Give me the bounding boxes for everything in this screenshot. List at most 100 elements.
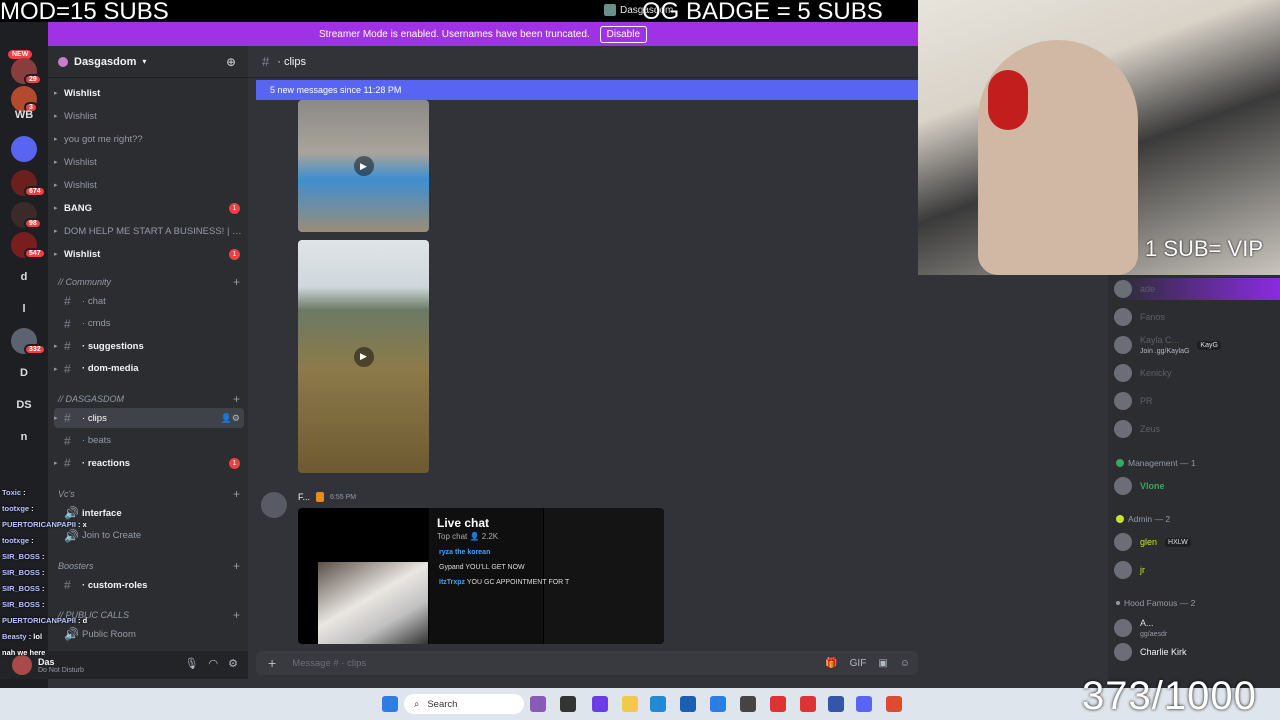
member-item[interactable]: Charlie Kirk (1114, 641, 1280, 663)
new-messages-bar[interactable]: 5 new messages since 11:28 PM (256, 80, 918, 100)
server-icon[interactable] (11, 136, 37, 162)
member-item[interactable]: Zeus (1114, 418, 1280, 440)
thread-item[interactable]: ▸ Wishlist (54, 152, 244, 172)
caret-icon: ▸ (54, 415, 58, 422)
server-icon[interactable]: l (11, 296, 37, 322)
plus-icon[interactable]: + (233, 608, 240, 622)
channel-item[interactable]: # · cmds (54, 314, 244, 334)
sub-goal-counter: 373/1000 (1082, 674, 1257, 718)
server-icon[interactable]: n (11, 424, 37, 450)
play-icon[interactable]: ▶ (353, 156, 374, 176)
message-author[interactable]: F... (298, 492, 310, 502)
thread-item[interactable]: ▸ Wishlist 1 (54, 244, 244, 264)
member-item[interactable]: PR (1114, 390, 1280, 412)
server-icon[interactable]: D (11, 360, 37, 386)
discord-icon[interactable] (856, 696, 872, 712)
video-attachment[interactable]: ▶ (298, 100, 429, 232)
headphones-icon[interactable]: ◠ (209, 657, 219, 670)
thread-item[interactable]: ▸ BANG 1 (54, 198, 244, 218)
member-item[interactable]: Vlone (1114, 475, 1280, 497)
channel-item[interactable]: # · chat (54, 291, 244, 311)
plus-icon[interactable]: + (233, 487, 240, 501)
server-icon[interactable]: DS (11, 392, 37, 418)
caret-icon: ▸ (54, 460, 58, 467)
member-item[interactable]: ade (1114, 278, 1280, 300)
streamer-mode-banner: Streamer Mode is enabled. Usernames have… (48, 22, 918, 46)
explorer-window-icon[interactable] (560, 696, 576, 712)
stream-chat-line: Beasty : lol (2, 632, 43, 641)
copilot-icon[interactable] (530, 696, 546, 712)
thread-item[interactable]: ▸ Wishlist (54, 83, 244, 103)
channel-settings-icon[interactable]: 👤⚙ (221, 413, 240, 424)
chrome-icon[interactable] (800, 696, 816, 712)
caret-icon: ▸ (54, 113, 58, 120)
microphone-icon[interactable]: 🎙 (185, 657, 199, 670)
channel-item[interactable]: ▸ # · dom-media (54, 359, 244, 379)
avatar (1114, 392, 1132, 410)
plus-icon[interactable]: + (268, 655, 276, 671)
disable-streamer-mode-button[interactable]: Disable (599, 25, 648, 43)
server-mention-count: 547 (24, 248, 46, 259)
message-composer[interactable]: + Message # · clips 🎁 GIF ▣ ☺ (256, 651, 918, 675)
channel-item[interactable]: ▸ # · clips 👤⚙ (54, 408, 244, 428)
chrome-icon[interactable] (770, 696, 786, 712)
channel-item[interactable]: ▸ # · reactions 1 (54, 453, 244, 473)
member-name: Zeus (1140, 424, 1161, 434)
video-frame (544, 508, 664, 644)
category-community[interactable]: // Community + (58, 274, 244, 290)
plus-icon[interactable]: + (233, 392, 240, 406)
user-status: Do Not Disturb (38, 666, 84, 674)
video-frame (318, 562, 428, 644)
gear-icon[interactable]: ⚙ (228, 657, 238, 670)
member-item[interactable]: Kayla C... Join .gg/KaylaG KayG (1114, 334, 1280, 356)
channel-label: · dom-media (82, 363, 139, 374)
plus-icon[interactable]: + (233, 275, 240, 289)
thread-item[interactable]: ▸ DOM HELP ME START A BUSINESS! | I'... (54, 221, 244, 241)
avatar (1114, 308, 1132, 326)
emoji-icon[interactable]: ☺ (900, 658, 910, 669)
channel-label: · beats (82, 435, 112, 446)
edge-icon[interactable] (650, 696, 666, 712)
server-icon[interactable]: WB (11, 102, 37, 128)
taskbar-search[interactable]: ⌕ Search (404, 694, 524, 714)
video-attachment[interactable]: ▶ (298, 240, 429, 473)
notepad-icon[interactable] (828, 696, 844, 712)
channel-item[interactable]: ▸ # · suggestions (54, 336, 244, 356)
livechat-panel: Live chat Top chat 👤 2.2K ryza the korea… (429, 508, 569, 644)
obs-icon[interactable] (740, 696, 756, 712)
thread-item[interactable]: ▸ Wishlist (54, 175, 244, 195)
thread-item[interactable]: ▸ you got me right?? (54, 129, 244, 149)
play-icon[interactable]: ▶ (353, 346, 374, 367)
caret-icon: ▸ (54, 251, 58, 258)
gif-icon[interactable]: GIF (850, 658, 867, 669)
gift-icon[interactable]: 🎁 (825, 658, 837, 669)
browser-icon[interactable] (710, 696, 726, 712)
thread-item[interactable]: ▸ Wishlist (54, 106, 244, 126)
sticker-icon[interactable]: ▣ (878, 658, 887, 669)
avatar (1114, 619, 1132, 637)
member-item[interactable]: Fanos (1114, 306, 1280, 328)
server-icon[interactable]: d (11, 264, 37, 290)
guild-header[interactable]: Dasgasdom ▾ ⊕ (48, 46, 248, 78)
channel-label: Wishlist (64, 179, 97, 191)
app-icon (604, 4, 616, 16)
server-mention-count: 674 (24, 186, 46, 197)
mail-icon[interactable] (680, 696, 696, 712)
plus-icon[interactable]: + (233, 559, 240, 573)
member-item[interactable]: A... gg/aesdr (1114, 617, 1280, 639)
member-item[interactable]: glen HXLW (1114, 531, 1280, 553)
category-dasgasdom[interactable]: // DASGASDOM + (58, 391, 244, 407)
avatar[interactable] (12, 655, 32, 675)
folder-icon[interactable] (622, 696, 638, 712)
windows-start-icon[interactable] (382, 696, 398, 712)
member-item[interactable]: jr (1114, 559, 1280, 581)
app-icon[interactable] (886, 696, 902, 712)
banner-text: Streamer Mode is enabled. Usernames have… (318, 28, 590, 40)
vip-overlay-text: 1 SUB= VIP (1145, 236, 1264, 261)
invite-icon[interactable]: ⊕ (226, 55, 236, 69)
avatar[interactable] (261, 492, 287, 518)
username: Das (38, 656, 55, 667)
channel-item[interactable]: # · beats (54, 431, 244, 451)
store-icon[interactable] (592, 696, 608, 712)
member-item[interactable]: Kenicky (1114, 362, 1280, 384)
